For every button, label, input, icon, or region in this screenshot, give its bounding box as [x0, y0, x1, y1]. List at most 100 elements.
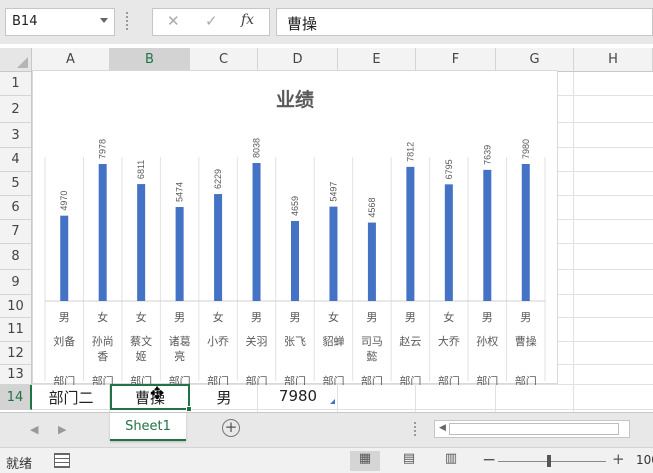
category-label: 部门	[476, 374, 498, 385]
scroll-left-icon[interactable]: ◀	[439, 423, 446, 433]
bar	[214, 194, 223, 301]
insert-function-icon[interactable]: fx	[241, 12, 254, 28]
data-label: 7978	[98, 139, 108, 159]
bar	[175, 207, 184, 301]
category-label: 部门	[399, 374, 421, 385]
category-label: 孙尚	[92, 334, 114, 348]
select-all-corner[interactable]	[0, 48, 32, 72]
excel-window: B14 ✕ ✓ fx 曹操 ABCDEFGH 1 2 3 4 5 6 7 8 9 10 11 12 13…	[0, 0, 653, 473]
cell-a14[interactable]: 部门二	[32, 385, 110, 409]
chart[interactable]: 业绩 4970男刘备部门一7978女孙尚香部门二6811女蔡文姬部门二5474男…	[32, 70, 558, 385]
data-label: 6229	[213, 169, 223, 189]
category-label: 男	[520, 311, 531, 324]
enter-icon[interactable]: ✓	[205, 12, 218, 30]
category-label: 亮	[174, 349, 185, 363]
category-label: 男	[366, 311, 377, 324]
row-header-10[interactable]: 10	[0, 295, 32, 318]
category-label: 小乔	[207, 335, 229, 348]
row-header-8[interactable]: 8	[0, 244, 32, 270]
name-box-value: B14	[12, 14, 38, 29]
row-header-3[interactable]: 3	[0, 123, 32, 148]
category-label: 部门	[361, 374, 383, 385]
formula-bar-separator	[126, 12, 128, 30]
category-label: 诸葛	[169, 335, 191, 348]
cell-c14[interactable]: 男	[190, 385, 258, 409]
scroll-separator[interactable]	[414, 422, 416, 436]
category-label: 女	[213, 310, 224, 324]
status-ready: 就绪	[6, 457, 33, 472]
formula-value: 曹操	[287, 15, 318, 33]
sheet-tab-sheet1[interactable]: Sheet1	[110, 413, 186, 441]
formula-input[interactable]: 曹操	[276, 8, 653, 36]
row-header-5[interactable]: 5	[0, 172, 32, 196]
data-label: 7812	[405, 142, 415, 162]
row-header-9[interactable]: 9	[0, 270, 32, 295]
macro-record-icon[interactable]	[54, 453, 70, 468]
column-header-d[interactable]: D	[258, 48, 338, 72]
move-cursor-icon: ✥	[150, 384, 165, 404]
zoom-slider-thumb[interactable]	[547, 455, 551, 467]
bar	[406, 166, 415, 301]
worksheet-grid[interactable]: ABCDEFGH 1 2 3 4 5 6 7 8 9 10 11 12 13 14 部门二 曹操 男 79…	[0, 44, 653, 412]
category-label: 部门	[246, 374, 268, 385]
horizontal-scrollbar[interactable]: ◀	[434, 420, 630, 438]
row-header-1[interactable]: 1	[0, 72, 32, 96]
category-label: 张飞	[284, 335, 306, 348]
column-header-e[interactable]: E	[338, 48, 416, 72]
row-header-2[interactable]: 2	[0, 96, 32, 123]
formula-buttons: ✕ ✓ fx	[152, 8, 270, 36]
column-header-b[interactable]: B	[110, 48, 190, 72]
column-header-f[interactable]: F	[416, 48, 496, 72]
column-header-h[interactable]: H	[574, 48, 653, 72]
category-label: 部门	[284, 374, 306, 385]
data-label: 7980	[521, 139, 531, 159]
data-label: 8038	[252, 138, 262, 158]
category-label: 懿	[366, 349, 377, 363]
category-label: 男	[405, 311, 416, 324]
row-header-13[interactable]: 13	[0, 365, 32, 385]
normal-view-icon[interactable]: ▦	[350, 451, 380, 471]
zoom-out-icon[interactable]: −	[482, 450, 496, 470]
zoom-slider[interactable]	[498, 461, 606, 462]
page-layout-view-icon[interactable]: ▤	[394, 451, 424, 471]
category-label: 女	[97, 310, 108, 324]
category-label: 部门	[130, 374, 152, 385]
add-sheet-icon[interactable]: +	[222, 419, 240, 437]
row-header-6[interactable]: 6	[0, 196, 32, 220]
data-label: 6795	[444, 159, 454, 179]
cell-d14[interactable]: 7980	[258, 385, 338, 409]
category-label: 男	[251, 311, 262, 324]
chart-plot: 4970男刘备部门一7978女孙尚香部门二6811女蔡文姬部门二5474男诸葛亮…	[44, 138, 546, 385]
scrollbar-thumb[interactable]	[449, 423, 619, 435]
row-header-12[interactable]: 12	[0, 342, 32, 365]
zoom-in-icon[interactable]: +	[612, 450, 625, 468]
formula-bar: B14 ✕ ✓ fx 曹操	[0, 0, 653, 44]
column-header-g[interactable]: G	[496, 48, 574, 72]
category-label: 女	[328, 310, 339, 324]
page-break-view-icon[interactable]: ▥	[436, 451, 466, 471]
cancel-icon[interactable]: ✕	[167, 12, 180, 30]
row-header-4[interactable]: 4	[0, 148, 32, 172]
category-label: 刘备	[53, 334, 75, 348]
data-label: 5474	[175, 182, 185, 202]
bar	[252, 163, 261, 301]
row-header-14[interactable]: 14	[0, 385, 32, 410]
prev-sheet-icon[interactable]: ◀	[30, 423, 38, 436]
category-label: 貂蝉	[322, 334, 344, 348]
category-label: 部门	[438, 374, 460, 385]
row-header-7[interactable]: 7	[0, 220, 32, 244]
bar	[98, 164, 107, 301]
category-label: 部门	[169, 374, 191, 385]
row-header-11[interactable]: 11	[0, 318, 32, 342]
column-header-c[interactable]: C	[190, 48, 258, 72]
category-label: 司马	[361, 335, 383, 348]
category-label: 女	[443, 310, 454, 324]
cell-indicator-icon	[330, 399, 335, 404]
category-label: 姬	[136, 350, 147, 363]
chevron-down-icon[interactable]	[100, 18, 108, 23]
zoom-level[interactable]: 100%	[636, 453, 653, 467]
next-sheet-icon[interactable]: ▶	[58, 423, 66, 436]
column-gridline	[573, 72, 574, 412]
name-box[interactable]: B14	[5, 8, 115, 36]
column-header-a[interactable]: A	[32, 48, 110, 72]
